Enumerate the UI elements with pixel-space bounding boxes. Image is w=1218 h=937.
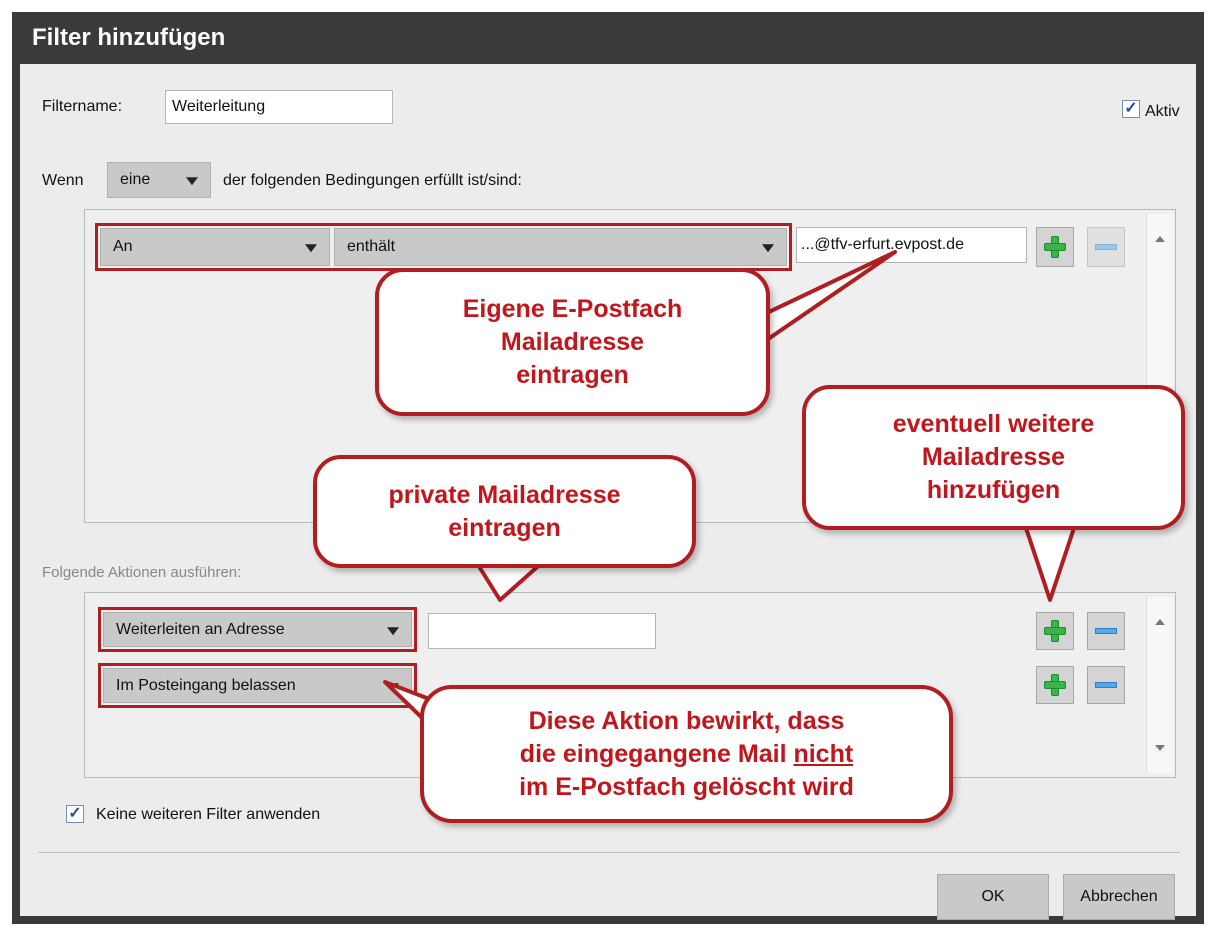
callout-own-address-line1: Eigene E-Postfach	[462, 294, 683, 323]
callout-own-address: Eigene E-Postfach Mailadresse eintragen	[375, 268, 770, 416]
callout-own-address-line2: Mailadresse	[500, 327, 645, 356]
tail-own-address	[750, 250, 897, 352]
callout-more-addresses-line2: Mailadresse	[921, 443, 1066, 471]
callout-keep-note-line2: die eingegangene Mail nicht	[519, 738, 854, 771]
callout-more-addresses-line3: hinzufügen	[926, 476, 1061, 504]
callout-private-address-line1: private Mailadresse	[388, 480, 621, 509]
callout-keep-note-line3: im E-Postfach gelöscht wird	[519, 772, 854, 801]
callout-keep-note-emphasis: nicht	[793, 739, 854, 768]
callout-private-address: private Mailadresse eintragen	[313, 455, 696, 568]
callout-more-addresses: eventuell weitere Mailadresse hinzufügen	[802, 385, 1185, 530]
callout-private-address-line2: eintragen	[448, 513, 561, 542]
callout-more-addresses-line1: eventuell weitere	[892, 410, 1095, 438]
callout-keep-note-line2-pre: die eingegangene Mail	[519, 739, 794, 768]
tail-more-addresses	[1023, 523, 1077, 602]
callout-keep-note: Diese Aktion bewirkt, dass die eingegang…	[420, 685, 953, 823]
callout-keep-note-line1: Diese Aktion bewirkt, dass	[528, 706, 845, 735]
callout-own-address-line3: eintragen	[516, 360, 629, 389]
